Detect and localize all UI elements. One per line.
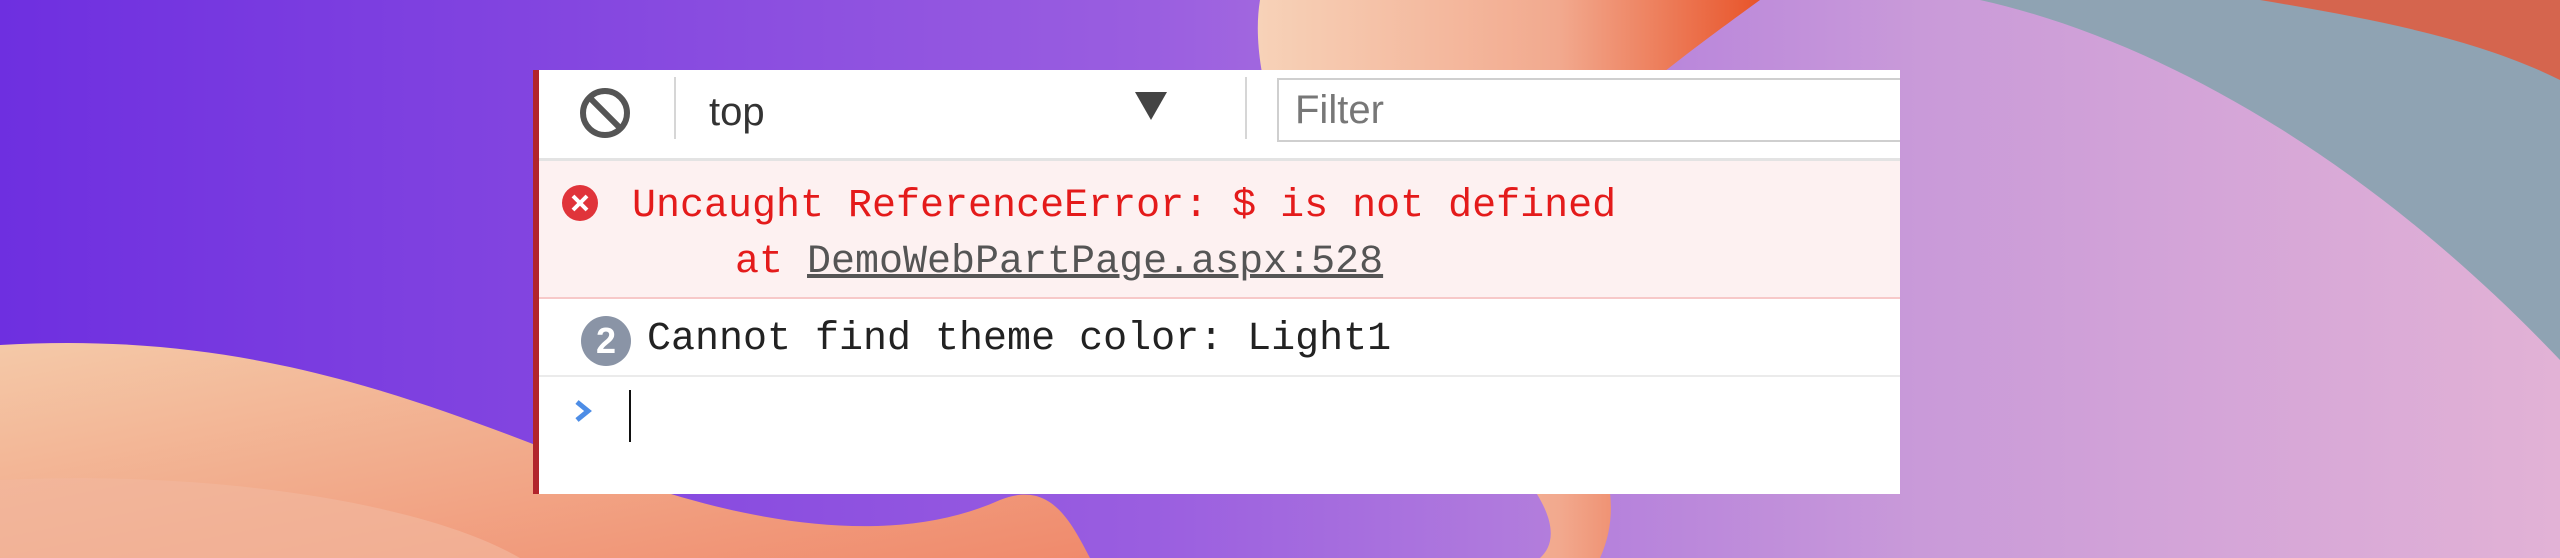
- log-message-text: Cannot find theme color: Light1: [647, 317, 1392, 362]
- context-selector[interactable]: top: [679, 78, 1209, 140]
- repeat-count-badge: 2: [581, 316, 631, 366]
- triangle-down-icon: [1135, 92, 1167, 120]
- error-stack-line: at DemoWebPartPage.aspx:528: [735, 240, 1383, 285]
- console-prompt-input[interactable]: [629, 388, 1829, 442]
- block-icon: [580, 88, 630, 138]
- chevron-right-icon: [575, 400, 592, 422]
- devtools-console-panel: top Uncaught ReferenceError: $ is not de…: [533, 70, 1900, 494]
- stack-at-prefix: at: [735, 240, 808, 285]
- filter-input[interactable]: [1277, 78, 1900, 142]
- text-caret: [629, 390, 631, 442]
- clear-console-button[interactable]: [576, 84, 634, 142]
- context-selector-label: top: [709, 90, 765, 134]
- console-toolbar: top: [539, 70, 1900, 161]
- toolbar-divider: [1245, 77, 1247, 139]
- error-source-link[interactable]: DemoWebPartPage.aspx:528: [807, 240, 1383, 285]
- toolbar-divider: [674, 77, 676, 139]
- error-message-text: Uncaught ReferenceError: $ is not define…: [632, 184, 1617, 229]
- error-circle-icon: [562, 185, 598, 221]
